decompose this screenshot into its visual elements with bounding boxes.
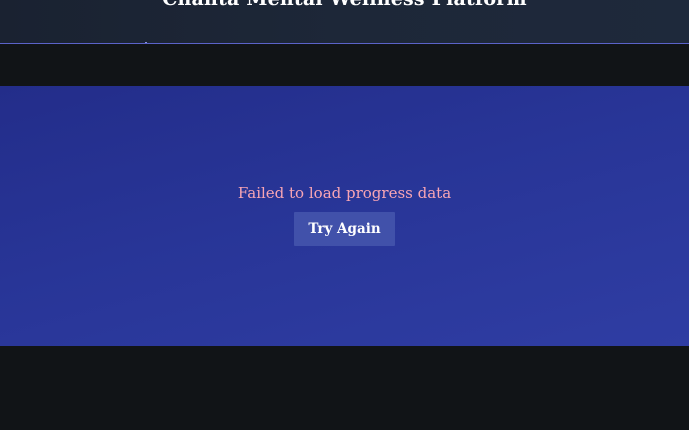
page: Chahta Mental Wellness Platform Failed t… [0,0,689,430]
error-message: Failed to load progress data [237,184,452,202]
try-again-button[interactable]: Try Again [294,212,395,246]
app-title: Chahta Mental Wellness Platform [0,0,689,10]
progress-error-panel: Failed to load progress data Try Again [0,86,689,346]
header-divider-mark [145,42,147,43]
app-header: Chahta Mental Wellness Platform [0,0,689,44]
